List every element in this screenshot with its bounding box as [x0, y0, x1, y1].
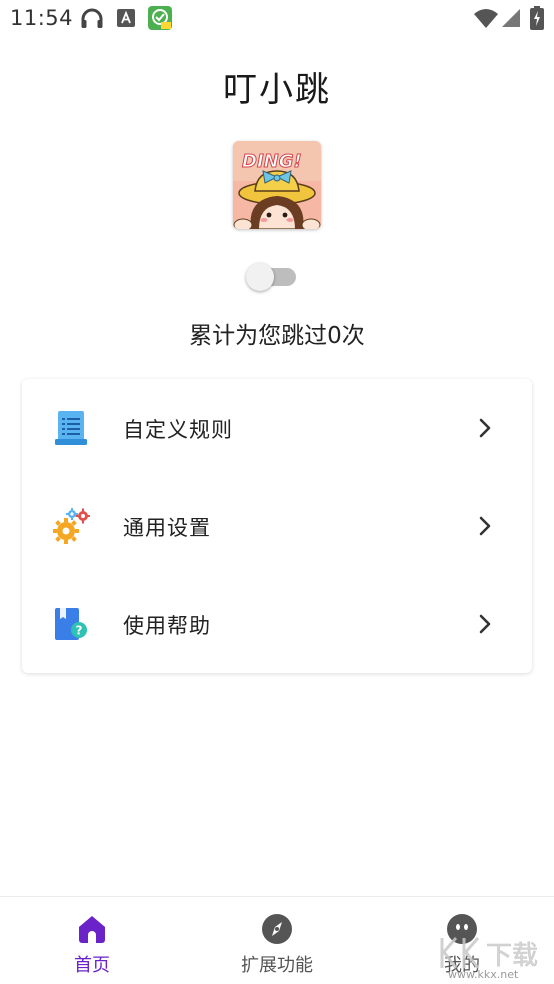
chevron-right-icon: [477, 417, 493, 439]
keyboard-a-icon: [117, 9, 135, 31]
app-title: 叮小跳: [223, 70, 331, 110]
status-bar: 11:54: [0, 0, 554, 38]
app-screen: 11:54 叮小跳 DING! 累计为您跳过0次 自定义规则 通用设置 ? 使用…: [0, 0, 554, 984]
menu-card: 自定义规则 通用设置 ? 使用帮助: [22, 379, 532, 673]
nav-extensions[interactable]: 扩展功能: [207, 897, 347, 984]
svg-text:下载: 下载: [486, 941, 538, 971]
help-book-icon: ?: [52, 605, 90, 643]
app-logo: DING!: [233, 141, 321, 229]
chevron-right-icon: [477, 613, 493, 635]
chevron-right-icon: [477, 515, 493, 537]
status-time: 11:54: [10, 6, 74, 30]
wifi-icon: [474, 8, 498, 32]
menu-item-label: 使用帮助: [123, 614, 211, 638]
menu-item-general-settings[interactable]: 通用设置: [22, 477, 532, 575]
menu-item-label: 自定义规则: [123, 418, 233, 442]
document-list-icon: [52, 409, 90, 447]
menu-item-custom-rules[interactable]: 自定义规则: [22, 379, 532, 477]
app-notification-icon: [148, 6, 172, 34]
menu-item-help[interactable]: ? 使用帮助: [22, 575, 532, 673]
compass-icon: [261, 913, 293, 945]
battery-icon: [530, 6, 544, 34]
watermark-url: www.kkx.net: [448, 968, 519, 981]
gears-icon: [52, 507, 91, 545]
headphones-icon: [80, 8, 104, 34]
nav-home[interactable]: 首页: [22, 897, 162, 984]
nav-label: 扩展功能: [241, 955, 313, 976]
svg-text:?: ?: [76, 624, 83, 638]
nav-label: 首页: [74, 955, 110, 976]
home-icon: [76, 913, 108, 945]
svg-text:DING!: DING!: [242, 151, 302, 172]
toggle-thumb: [246, 263, 274, 291]
skip-count-text: 累计为您跳过0次: [189, 323, 365, 349]
signal-icon: [502, 9, 520, 31]
menu-item-label: 通用设置: [123, 516, 211, 540]
logo-text: DING!: [242, 151, 303, 173]
service-toggle[interactable]: [246, 262, 298, 292]
